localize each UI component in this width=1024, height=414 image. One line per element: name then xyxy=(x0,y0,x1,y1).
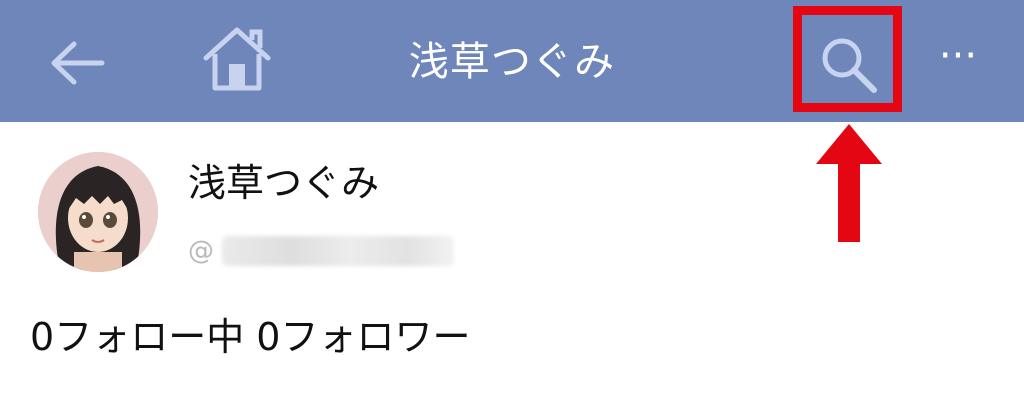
followers-count[interactable]: 0 xyxy=(256,315,280,359)
red-arrow-icon xyxy=(816,124,882,242)
followers-label[interactable]: フォロワー xyxy=(280,315,470,359)
more-icon[interactable]: ··· xyxy=(938,36,978,80)
profile-display-name: 浅草つぐみ xyxy=(188,161,380,205)
avatar[interactable] xyxy=(38,152,158,272)
following-count[interactable]: 0 xyxy=(30,315,54,359)
profile-handle-redacted xyxy=(222,236,454,266)
following-label[interactable]: フォロー中 xyxy=(54,315,244,359)
profile-handle-prefix: @ xyxy=(188,236,214,266)
search-highlight-box xyxy=(793,6,902,112)
follow-stats: 0フォロー中 0フォロワー xyxy=(30,310,471,364)
